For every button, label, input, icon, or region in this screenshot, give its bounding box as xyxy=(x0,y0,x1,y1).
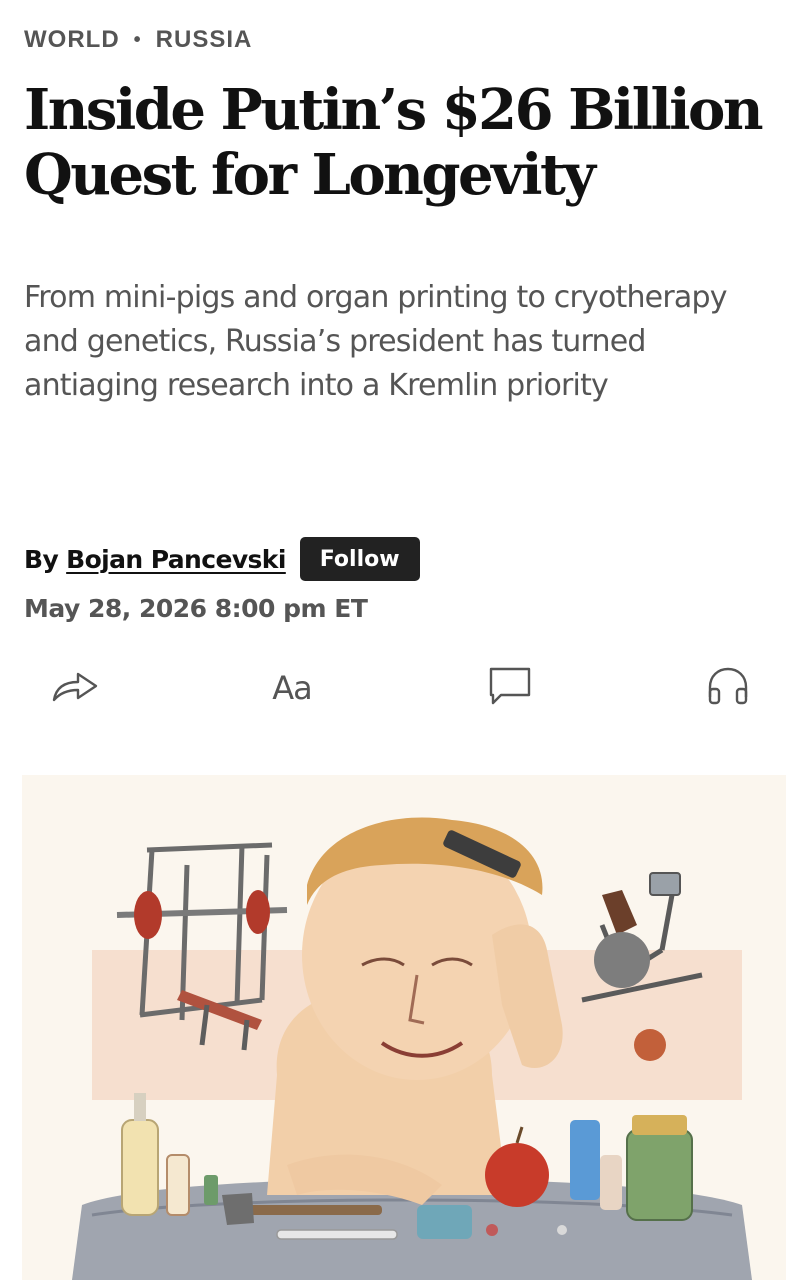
breadcrumb-section[interactable]: WORLD xyxy=(24,26,120,54)
author-link[interactable]: Bojan Pancevski xyxy=(66,545,286,574)
breadcrumb-separator: • xyxy=(133,28,142,51)
share-button[interactable] xyxy=(48,660,104,716)
headline: Inside Putin’s $26 Billion Quest for Lon… xyxy=(24,77,764,208)
comment-icon xyxy=(487,665,533,712)
comments-button[interactable] xyxy=(482,660,538,716)
dek: From mini-pigs and organ printing to cry… xyxy=(24,280,727,403)
headphones-icon xyxy=(705,665,751,712)
breadcrumb: WORLD • RUSSIA xyxy=(24,26,252,54)
text-size-button[interactable]: Aa xyxy=(264,660,320,716)
breadcrumb-subsection[interactable]: RUSSIA xyxy=(156,26,253,54)
byline: By Bojan Pancevski Follow xyxy=(24,537,420,581)
listen-button[interactable] xyxy=(700,660,756,716)
follow-button[interactable]: Follow xyxy=(299,537,420,581)
article-illustration xyxy=(22,775,786,1280)
share-icon xyxy=(50,666,102,711)
timestamp: May 28, 2026 8:00 pm ET xyxy=(24,594,368,623)
text-size-icon: Aa xyxy=(272,669,312,707)
byline-prefix: By xyxy=(24,544,59,574)
article-toolbar: Aa xyxy=(24,660,769,716)
